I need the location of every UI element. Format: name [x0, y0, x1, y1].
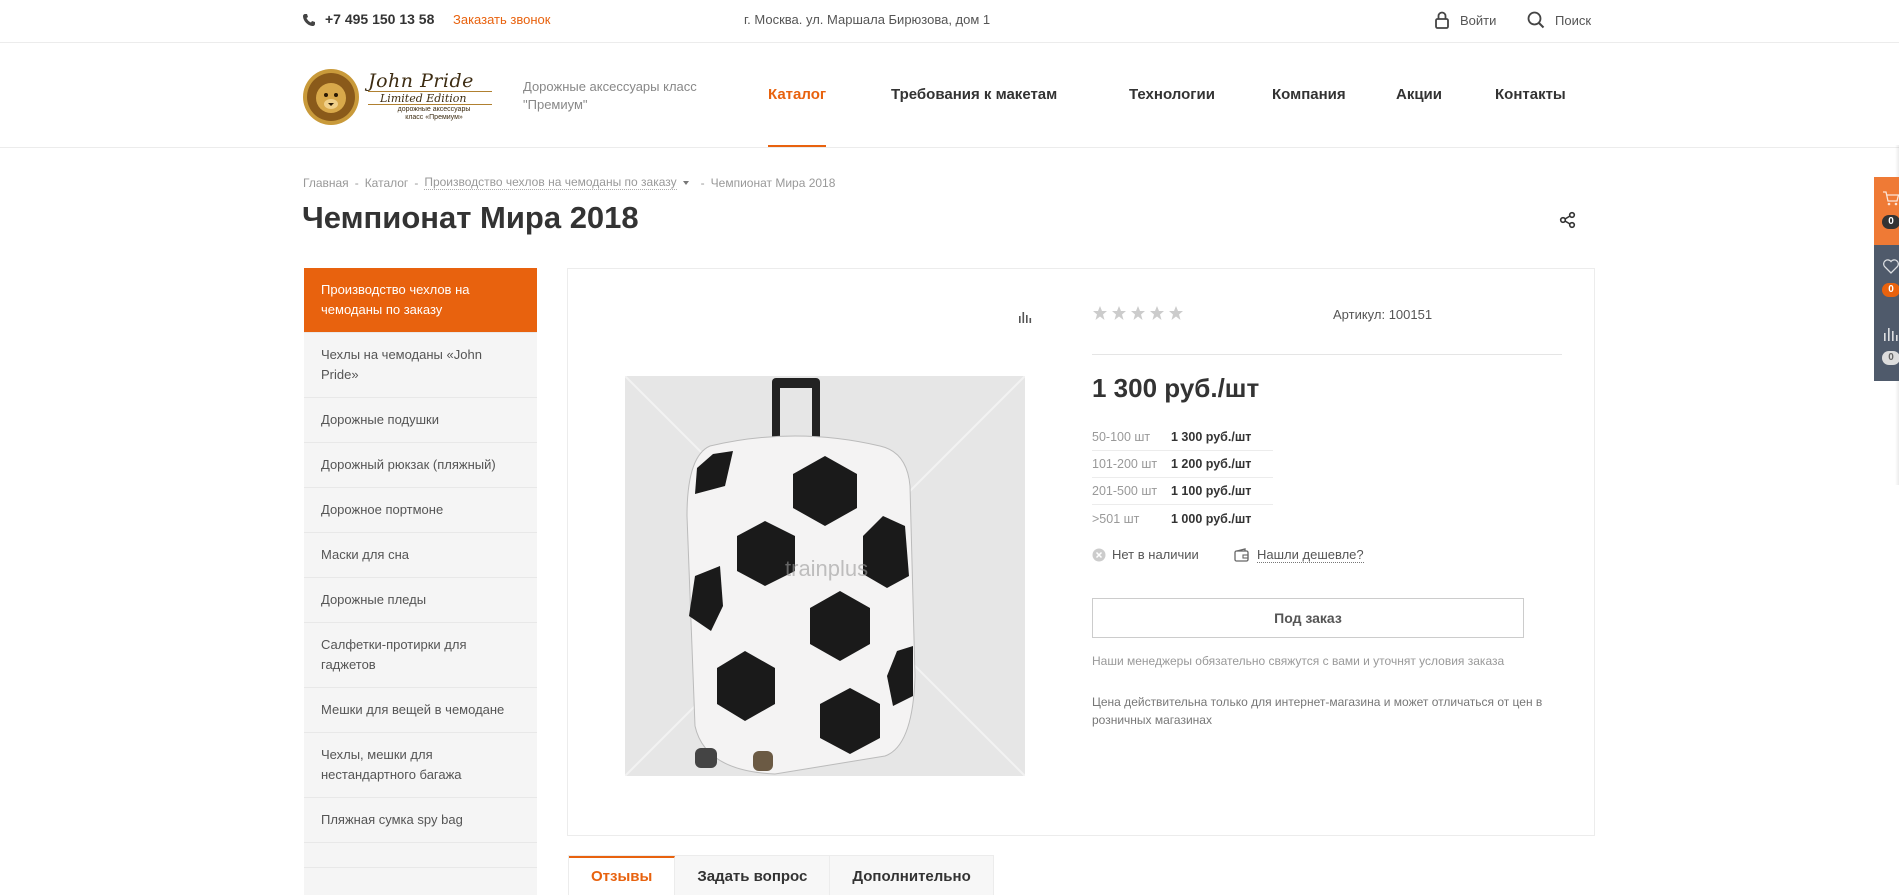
breadcrumb-catalog[interactable]: Каталог — [365, 176, 409, 190]
tier-price: 1 000 руб./шт — [1171, 511, 1252, 526]
tier-quantity: 201-500 шт — [1092, 484, 1158, 498]
breadcrumb-separator: - — [700, 175, 705, 190]
tier-price: 1 100 руб./шт — [1171, 484, 1252, 498]
product-tabs: Отзывы Задать вопрос Дополнительно — [568, 855, 994, 895]
nav-requirements[interactable]: Требования к макетам — [891, 86, 1057, 103]
top-bar: +7 495 150 13 58 Заказать звонок г. Моск… — [0, 0, 1899, 43]
page-title: Чемпионат Мира 2018 — [302, 200, 639, 235]
product-price: 1 300 руб./шт — [1092, 373, 1260, 403]
compare-icon[interactable] — [1017, 309, 1033, 325]
sidebar-item-beach-backpack[interactable]: Дорожный рюкзак (пляжный) — [304, 443, 537, 488]
heart-icon — [1883, 259, 1899, 274]
category-sidebar: Производство чехлов на чемоданы по заказ… — [304, 268, 537, 895]
price-tier-row: 50-100 шт 1 300 руб./шт — [1092, 424, 1273, 451]
sidebar-item-luggage-bags[interactable]: Мешки для вещей в чемодане — [304, 688, 537, 733]
product-card: trainplus Артикул: 100151 1 300 руб./шт … — [567, 268, 1595, 836]
tab-additional[interactable]: Дополнительно — [830, 856, 993, 895]
breadcrumb: Главная - Каталог - Производство чехлов … — [303, 175, 835, 190]
cart-icon — [1883, 191, 1899, 206]
logo-rule — [368, 104, 492, 105]
sidebar-item-custom-covers[interactable]: Производство чехлов на чемоданы по заказ… — [304, 268, 537, 333]
logo[interactable]: John Pride Limited Edition дорожные аксе… — [302, 68, 494, 126]
sidebar-item-gadget-wipes[interactable]: Салфетки-протирки для гаджетов — [304, 623, 537, 688]
floating-panel: 0 0 0 — [1874, 177, 1899, 381]
favorites-count-badge: 0 — [1882, 283, 1899, 297]
sidebar-item-john-pride-covers[interactable]: Чехлы на чемоданы «John Pride» — [304, 333, 537, 398]
unavailable-icon — [1092, 548, 1106, 561]
compare-chart-icon — [1884, 328, 1898, 341]
header: John Pride Limited Edition дорожные аксе… — [0, 43, 1899, 148]
logo-title: John Pride — [368, 70, 474, 92]
favorites-button[interactable]: 0 — [1874, 245, 1899, 313]
compare-panel-button[interactable]: 0 — [1874, 313, 1899, 381]
tier-quantity: 101-200 шт — [1092, 457, 1158, 471]
star-icon — [1093, 306, 1107, 320]
manager-note: Наши менеджеры обязательно свяжутся с ва… — [1092, 654, 1505, 668]
search-icon — [1527, 11, 1545, 29]
callback-link[interactable]: Заказать звонок — [453, 12, 550, 27]
tab-ask-question[interactable]: Задать вопрос — [675, 856, 831, 895]
breadcrumb-current: Чемпионат Мира 2018 — [710, 175, 836, 190]
product-image[interactable]: trainplus — [625, 376, 1025, 776]
nav-technologies[interactable]: Технологии — [1129, 86, 1215, 103]
tier-quantity: 50-100 шт — [1092, 430, 1151, 444]
search-button[interactable]: Поиск — [1527, 8, 1591, 32]
nav-contacts[interactable]: Контакты — [1495, 86, 1566, 103]
article-number: Артикул: 100151 — [1333, 307, 1433, 322]
nav-active-indicator — [768, 145, 826, 147]
sidebar-item-travel-blankets[interactable]: Дорожные пледы — [304, 578, 537, 623]
price-tier-row: >501 шт 1 000 руб./шт — [1092, 505, 1273, 532]
tier-quantity: >501 шт — [1092, 511, 1140, 526]
search-label: Поиск — [1555, 12, 1592, 28]
phone-icon — [303, 14, 315, 26]
address-text: г. Москва. ул. Маршала Бирюзова, дом 1 — [744, 12, 991, 27]
suitcase-image: trainplus — [625, 376, 1025, 776]
login-label: Войти — [1460, 12, 1497, 28]
star-icon — [1150, 306, 1164, 320]
caret-down-icon[interactable] — [682, 180, 689, 185]
availability-status: Нет в наличии — [1092, 547, 1199, 562]
price-tier-row: 101-200 шт 1 200 руб./шт — [1092, 451, 1273, 478]
availability-label: Нет в наличии — [1112, 547, 1199, 562]
sidebar-item-sleep-masks[interactable]: Маски для сна — [304, 533, 537, 578]
tab-reviews[interactable]: Отзывы — [569, 856, 676, 895]
breadcrumb-home[interactable]: Главная — [303, 176, 349, 190]
star-icon — [1131, 306, 1145, 320]
cart-count-badge: 0 — [1882, 215, 1899, 229]
sidebar-item-spy-bag[interactable]: Пляжная сумка spy bag — [304, 798, 537, 843]
lock-icon — [1435, 11, 1449, 29]
breadcrumb-separator: - — [414, 175, 419, 190]
price-tiers: 50-100 шт 1 300 руб./шт 101-200 шт 1 200… — [1092, 424, 1273, 532]
share-icon[interactable] — [1559, 211, 1577, 229]
tier-price: 1 300 руб./шт — [1171, 430, 1252, 444]
wallet-icon — [1234, 548, 1249, 562]
preorder-button[interactable]: Под заказ — [1092, 598, 1524, 638]
nav-company[interactable]: Компания — [1272, 86, 1346, 103]
rating-stars[interactable] — [1092, 305, 1184, 321]
found-cheaper-label: Нашли дешевле? — [1257, 547, 1364, 563]
watermark-text: trainplus — [785, 556, 868, 581]
compare-count-badge: 0 — [1882, 351, 1899, 365]
tier-price: 1 200 руб./шт — [1171, 457, 1252, 471]
nav-promotions[interactable]: Акции — [1396, 86, 1442, 103]
tagline: Дорожные аксессуары класс "Премиум" — [523, 79, 697, 112]
divider — [1092, 354, 1562, 355]
breadcrumb-separator: - — [354, 175, 359, 190]
sidebar-item-nonstandard-covers[interactable]: Чехлы, мешки для нестандартного багажа — [304, 733, 537, 798]
sidebar-item-travel-pillows[interactable]: Дорожные подушки — [304, 398, 537, 443]
cart-button[interactable]: 0 — [1874, 177, 1899, 245]
price-disclaimer: Цена действительна только для интернет-м… — [1092, 695, 1543, 727]
price-tier-row: 201-500 шт 1 100 руб./шт — [1092, 478, 1273, 505]
login-button[interactable]: Войти — [1434, 8, 1496, 32]
star-icon — [1169, 306, 1183, 320]
lion-logo-icon — [303, 69, 359, 125]
logo-caption: дорожные аксессуары класс «Премиум» — [397, 106, 471, 121]
sidebar-item-travel-wallet[interactable]: Дорожное портмоне — [304, 488, 537, 533]
star-icon — [1112, 306, 1126, 320]
nav-catalog[interactable]: Каталог — [768, 86, 826, 103]
sidebar-item-more[interactable] — [304, 843, 537, 868]
phone-number[interactable]: +7 495 150 13 58 — [325, 11, 434, 27]
breadcrumb-category[interactable]: Производство чехлов на чемоданы по заказ… — [424, 175, 677, 190]
found-cheaper-link[interactable]: Нашли дешевле? — [1234, 547, 1364, 563]
